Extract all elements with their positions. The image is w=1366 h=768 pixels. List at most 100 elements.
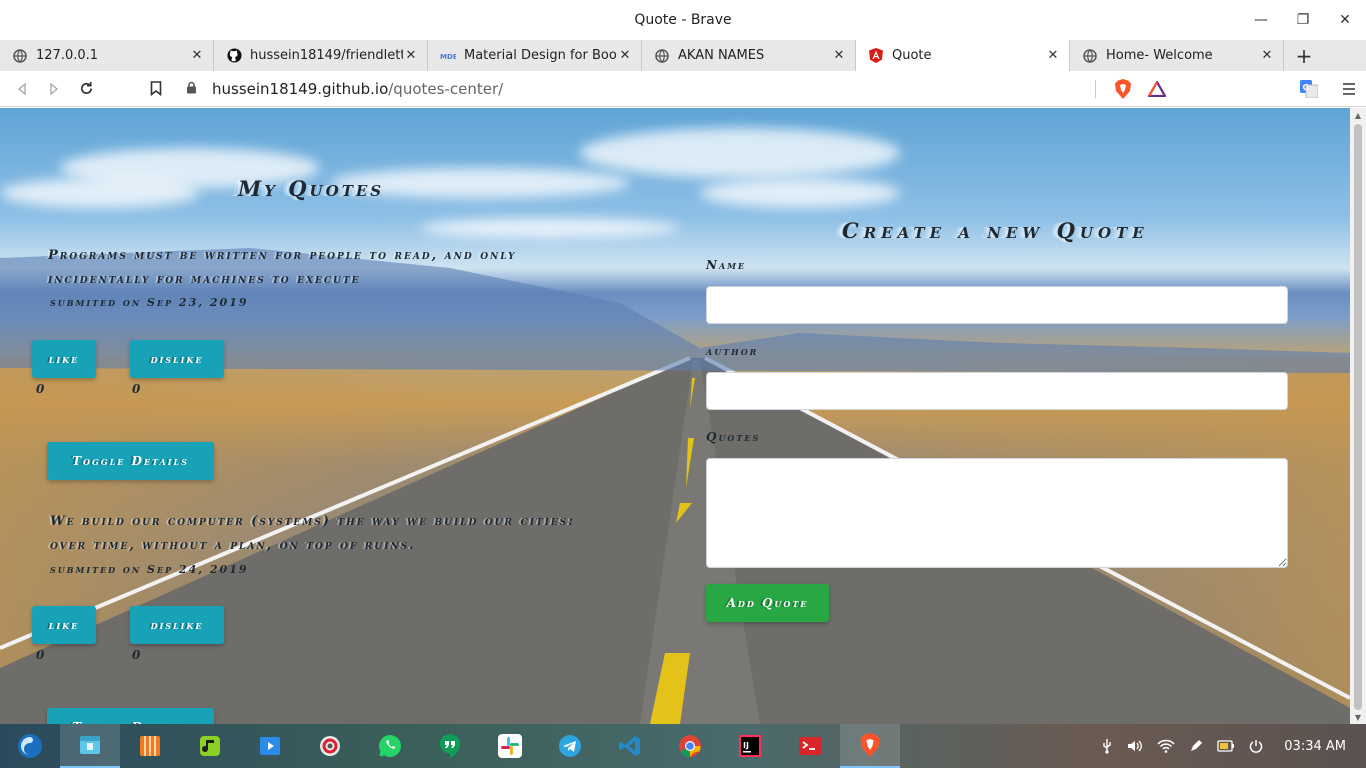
- svg-text:IJ: IJ: [743, 741, 749, 750]
- name-input[interactable]: [706, 286, 1288, 324]
- quote-line: incidentally for machines to execute: [48, 272, 361, 287]
- new-tab-button[interactable]: +: [1284, 40, 1324, 71]
- tab-label: Material Design for Bootst: [464, 48, 617, 63]
- brave-icon[interactable]: [840, 724, 900, 768]
- quotes-textarea[interactable]: [706, 458, 1288, 568]
- forward-icon[interactable]: [38, 73, 70, 105]
- window-title: Quote - Brave: [634, 12, 732, 28]
- power-icon[interactable]: [1249, 739, 1263, 753]
- author-input[interactable]: [706, 372, 1288, 410]
- add-quote-button[interactable]: Add Quote: [706, 584, 829, 622]
- quote-line: Programs must be written for people to r…: [48, 248, 517, 263]
- scroll-down-icon[interactable]: ▼: [1350, 710, 1366, 724]
- usb-icon[interactable]: [1101, 738, 1113, 754]
- cloud-decoration: [0, 178, 200, 208]
- tab-home-welcome[interactable]: Home- Welcome ✕: [1070, 40, 1284, 71]
- slack-icon[interactable]: [480, 724, 540, 768]
- window-controls: — ❐ ✕: [1240, 0, 1366, 40]
- cloud-decoration: [580, 128, 900, 178]
- github-icon: [226, 48, 242, 64]
- tab-close-icon[interactable]: ✕: [1259, 48, 1275, 63]
- mdb-icon: MDB: [440, 48, 456, 64]
- quote-submitted-date: submited on Sep 24, 2019: [50, 563, 249, 576]
- terminal-icon[interactable]: [780, 724, 840, 768]
- dislike-button[interactable]: dislike: [130, 340, 224, 378]
- browser-toolbar: hussein18149.github.io/quotes-center/ G: [0, 71, 1366, 107]
- tab-close-icon[interactable]: ✕: [1045, 48, 1061, 63]
- tab-quote[interactable]: Quote ✕: [856, 40, 1070, 71]
- brave-rewards-icon[interactable]: [1140, 73, 1174, 105]
- my-quotes-heading: My Quotes: [238, 176, 385, 201]
- chrome-icon[interactable]: [660, 724, 720, 768]
- telegram-icon[interactable]: [540, 724, 600, 768]
- tab-close-icon[interactable]: ✕: [831, 48, 847, 63]
- quotes-label: Quotes: [706, 430, 761, 444]
- maximize-button[interactable]: ❐: [1282, 0, 1324, 40]
- svg-text:MDB: MDB: [440, 53, 456, 61]
- volume-icon[interactable]: [1127, 739, 1143, 753]
- os-taskbar: IJ 03:34 AM: [0, 724, 1366, 768]
- battery-icon[interactable]: [1217, 740, 1235, 752]
- page-scrollbar[interactable]: ▲ ▼: [1350, 108, 1366, 724]
- archive-icon[interactable]: [120, 724, 180, 768]
- files-icon[interactable]: [60, 724, 120, 768]
- tab-strip: 127.0.0.1 ✕ hussein18149/friendletter- ✕…: [0, 40, 1366, 71]
- toggle-details-button[interactable]: Toggle Details: [47, 708, 214, 724]
- dislike-count: 0: [132, 382, 141, 396]
- name-label: Name: [706, 258, 747, 272]
- quote-line: We build our computer (systems) the way …: [50, 514, 575, 529]
- tab-close-icon[interactable]: ✕: [189, 48, 205, 63]
- cloud-decoration: [700, 178, 900, 208]
- vscode-icon[interactable]: [600, 724, 660, 768]
- translate-icon[interactable]: G: [1292, 73, 1326, 105]
- globe-icon: [654, 48, 670, 64]
- video-icon[interactable]: [240, 724, 300, 768]
- scroll-up-icon[interactable]: ▲: [1350, 108, 1366, 122]
- svg-text:G: G: [1303, 83, 1310, 92]
- angular-icon: [868, 48, 884, 64]
- scrollbar-thumb[interactable]: [1354, 124, 1362, 710]
- settings-icon[interactable]: [300, 724, 360, 768]
- music-icon[interactable]: [180, 724, 240, 768]
- brave-shields-icon[interactable]: [1106, 73, 1140, 105]
- create-quote-heading: Create a new Quote: [842, 218, 1149, 243]
- tab-label: Quote: [892, 48, 932, 63]
- whatsapp-icon[interactable]: [360, 724, 420, 768]
- clock[interactable]: 03:34 AM: [1284, 739, 1346, 754]
- like-button[interactable]: like: [32, 340, 96, 378]
- close-window-button[interactable]: ✕: [1324, 0, 1366, 40]
- quote-line: over time, without a plan, on top of rui…: [50, 538, 416, 553]
- dislike-count: 0: [132, 648, 141, 662]
- intellij-icon[interactable]: IJ: [720, 724, 780, 768]
- like-count: 0: [36, 382, 45, 396]
- address-bar[interactable]: hussein18149.github.io/quotes-center/: [186, 75, 1096, 103]
- window-titlebar: Quote - Brave — ❐ ✕: [0, 0, 1366, 40]
- tab-label: Home- Welcome: [1106, 48, 1213, 63]
- minimize-button[interactable]: —: [1240, 0, 1282, 40]
- wifi-icon[interactable]: [1157, 739, 1175, 753]
- url-host: hussein18149.github.io: [212, 79, 389, 98]
- tab-close-icon[interactable]: ✕: [403, 48, 419, 63]
- launcher-icon[interactable]: [0, 724, 60, 768]
- toggle-details-button[interactable]: Toggle Details: [47, 442, 214, 480]
- tab-akan-names[interactable]: AKAN NAMES ✕: [642, 40, 856, 71]
- bookmark-icon[interactable]: [140, 73, 172, 105]
- back-icon[interactable]: [6, 73, 38, 105]
- hangouts-icon[interactable]: [420, 724, 480, 768]
- menu-icon[interactable]: [1332, 73, 1366, 105]
- like-button[interactable]: like: [32, 606, 96, 644]
- url-path: /quotes-center/: [388, 79, 504, 98]
- tab-close-icon[interactable]: ✕: [617, 48, 633, 63]
- tab-label: hussein18149/friendletter-: [250, 48, 403, 63]
- quote-text: Programs must be written for people to r…: [48, 244, 688, 292]
- tab-github[interactable]: hussein18149/friendletter- ✕: [214, 40, 428, 71]
- dislike-button[interactable]: dislike: [130, 606, 224, 644]
- omnibox-divider: [1095, 79, 1096, 98]
- tab-localhost[interactable]: 127.0.0.1 ✕: [0, 40, 214, 71]
- tab-mdb[interactable]: MDB Material Design for Bootst ✕: [428, 40, 642, 71]
- reload-icon[interactable]: [70, 73, 102, 105]
- globe-icon: [1082, 48, 1098, 64]
- system-tray: 03:34 AM: [1094, 724, 1366, 768]
- pen-icon[interactable]: [1189, 739, 1203, 753]
- quote-text: We build our computer (systems) the way …: [50, 510, 690, 558]
